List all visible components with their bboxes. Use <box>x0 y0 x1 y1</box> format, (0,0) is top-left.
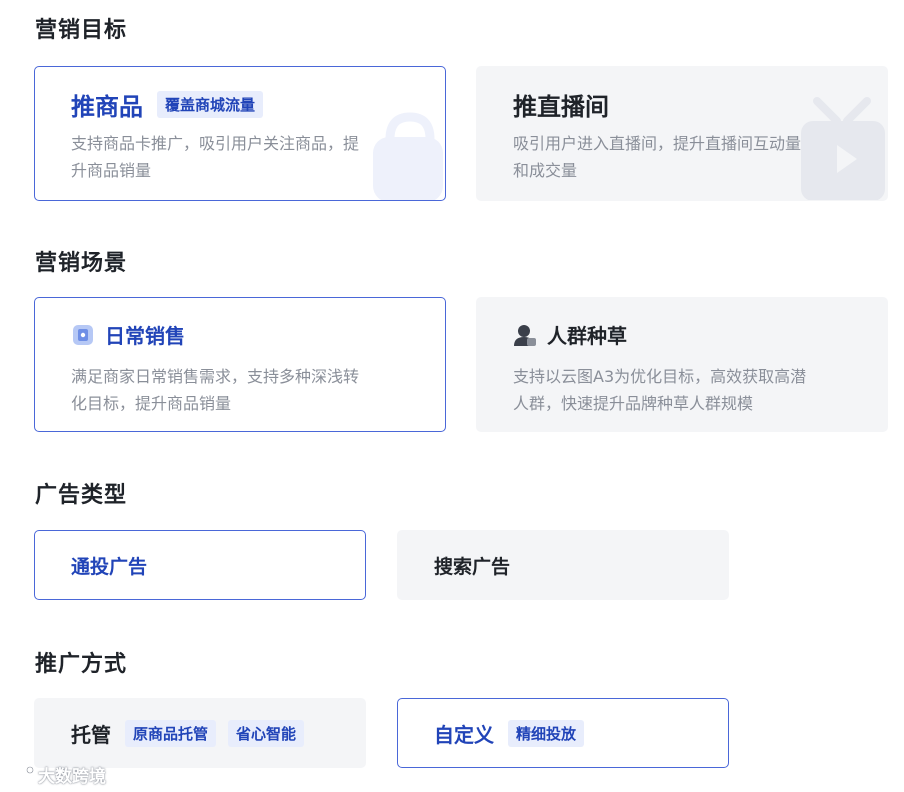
method-managed[interactable]: 托管 原商品托管 省心智能 <box>34 698 366 768</box>
scene-card-daily-sales[interactable]: 日常销售 满足商家日常销售需求，支持多种深浅转 化目标，提升商品销量 <box>34 297 446 432</box>
goal-card-desc-line: 支持商品卡推广，吸引用户关注商品，提 <box>71 134 360 153</box>
method-tag: 精细投放 <box>508 719 585 747</box>
ad-type-general[interactable]: 通投广告 <box>34 530 366 600</box>
ad-type-label: 搜索广告 <box>434 555 511 578</box>
scene-card-desc-line: 化目标，提升商品销量 <box>71 394 232 413</box>
ad-type-label: 通投广告 <box>71 555 148 578</box>
goal-card-promote-product[interactable]: 推商品 覆盖商城流量 支持商品卡推广，吸引用户关注商品，提 升商品销量 <box>34 66 446 201</box>
scene-card-audience-seeding[interactable]: 人群种草 支持以云图A3为优化目标，高效获取高潜 人群，快速提升品牌种草人群规模 <box>476 297 888 432</box>
scene-card-desc-line: 支持以云图A3为优化目标，高效获取高潜 <box>513 367 807 386</box>
goal-card-title: 推商品 <box>71 93 143 121</box>
method-custom[interactable]: 自定义 精细投放 <box>397 698 729 768</box>
scene-card-desc-line: 人群，快速提升品牌种草人群规模 <box>513 394 754 413</box>
tv-decoration-icon <box>801 97 885 200</box>
scene-card-title: 日常销售 <box>105 324 185 348</box>
method-label: 自定义 <box>434 722 494 747</box>
watermark-logo-icon <box>10 765 34 781</box>
scene-card-desc-line: 满足商家日常销售需求，支持多种深浅转 <box>71 367 360 386</box>
person-icon <box>513 323 537 347</box>
watermark-text: 大数跨境 <box>38 767 106 787</box>
method-tag: 省心智能 <box>228 719 305 747</box>
method-label: 托管 <box>71 722 111 747</box>
section-title-goal: 营销目标 <box>35 18 128 43</box>
goal-card-desc-line: 吸引用户进入直播间，提升直播间互动量 <box>513 134 802 153</box>
watermark: 大数跨境 <box>8 762 106 787</box>
shopping-bag-decoration-icon <box>373 112 443 200</box>
ad-type-search[interactable]: 搜索广告 <box>397 530 729 600</box>
section-title-ad-type: 广告类型 <box>35 483 128 508</box>
goal-card-title: 推直播间 <box>513 93 609 121</box>
section-title-method: 推广方式 <box>35 652 128 677</box>
section-title-scene: 营销场景 <box>35 251 128 276</box>
goal-card-promote-live-room[interactable]: 推直播间 吸引用户进入直播间，提升直播间互动量 和成交量 <box>476 66 888 201</box>
goal-card-desc-line: 和成交量 <box>513 161 578 180</box>
goal-card-desc-line: 升商品销量 <box>71 161 152 180</box>
scene-card-title: 人群种草 <box>547 324 627 348</box>
method-tag: 原商品托管 <box>125 719 217 747</box>
sales-doc-icon <box>71 323 95 347</box>
goal-card-tag: 覆盖商城流量 <box>157 91 264 118</box>
